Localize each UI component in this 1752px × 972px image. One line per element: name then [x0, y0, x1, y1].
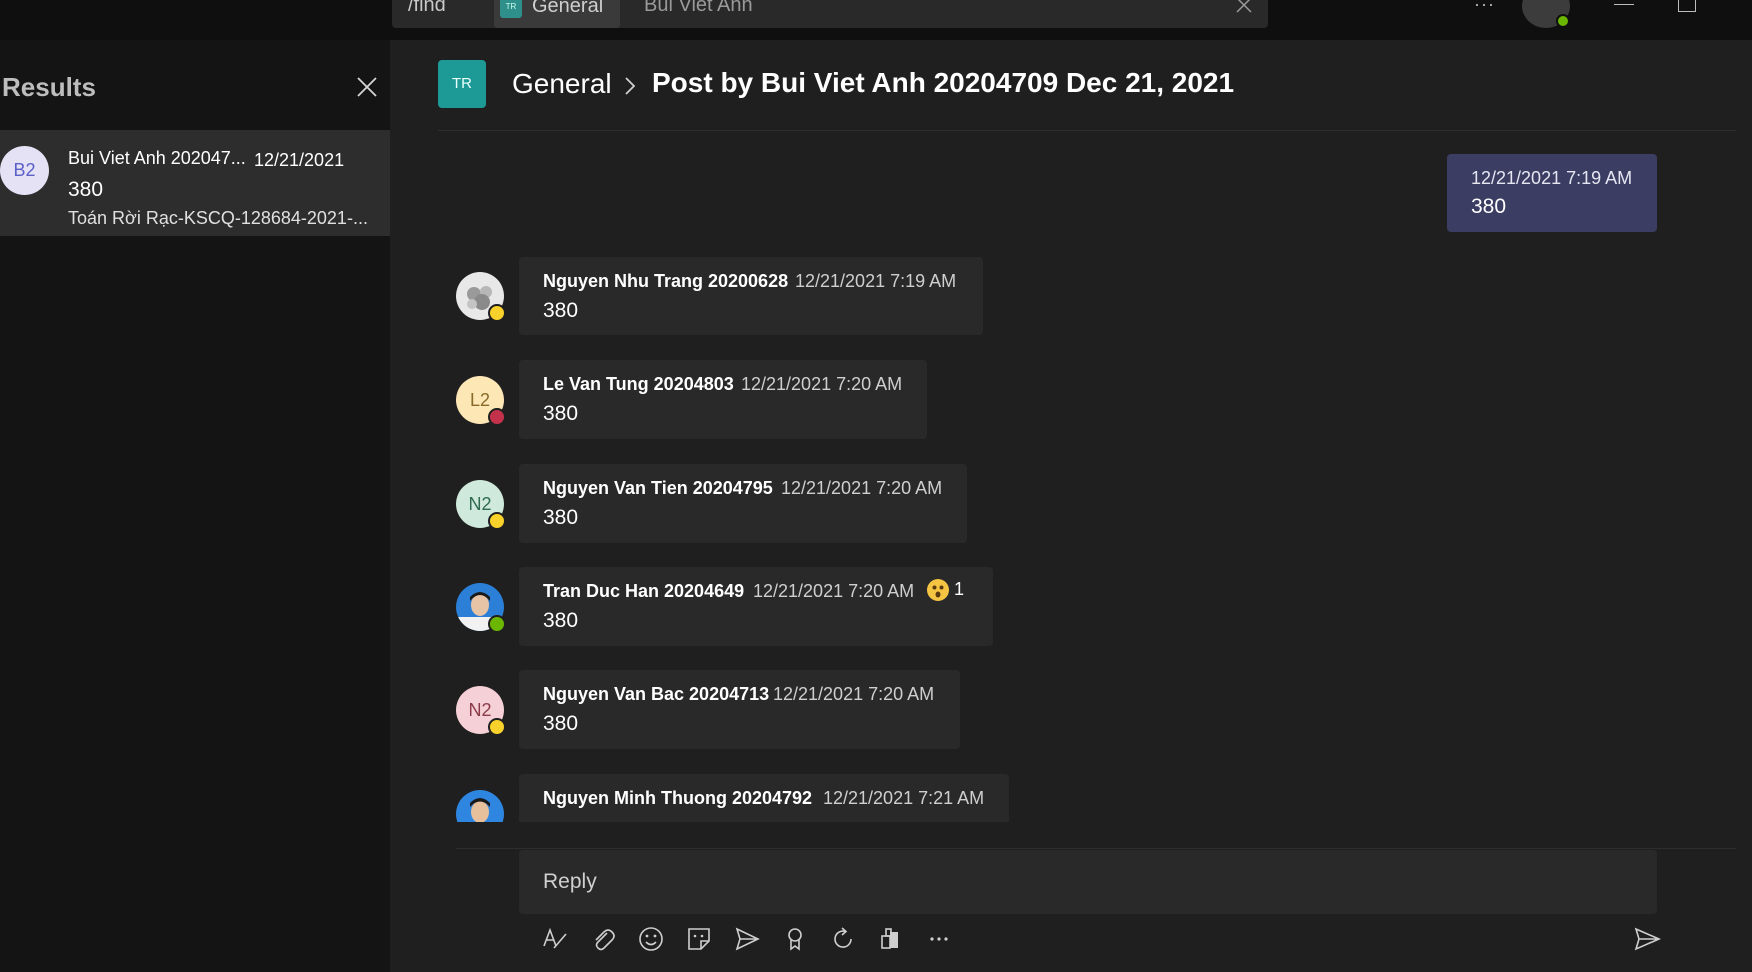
message-sender: Tran Duc Han 20204649: [543, 581, 745, 601]
loop-icon[interactable]: [828, 924, 858, 954]
message-bubble[interactable]: Tran Duc Han 20204649 12/21/2021 7:20 AM…: [519, 567, 993, 646]
message-time: 12/21/2021 7:20 AM: [741, 374, 903, 394]
away-status-icon: [488, 304, 506, 322]
maximize-icon[interactable]: [1678, 0, 1696, 12]
message-text: 380: [543, 402, 579, 425]
post-title: Post by Bui Viet Anh 20204709 Dec 21, 20…: [652, 67, 1235, 98]
avatar[interactable]: L2: [456, 376, 506, 426]
message-sender: Nguyen Van Bac 20204713: [543, 684, 770, 704]
available-status-icon: [1556, 14, 1570, 28]
busy-status-icon: [488, 408, 506, 426]
result-sender: Bui Viet Anh 202047...: [68, 148, 246, 168]
avatar[interactable]: N2: [456, 480, 506, 530]
message-text: 380: [1471, 195, 1507, 218]
command-text[interactable]: /find: [408, 0, 446, 17]
message-bubble[interactable]: Le Van Tung 20204803 12/21/2021 7:20 AM …: [519, 360, 927, 439]
message-time: 12/21/2021 7:20 AM: [753, 581, 915, 601]
message-text: 380: [543, 506, 579, 529]
message-sender: Nguyen Van Tien 20204795: [543, 478, 773, 498]
away-status-icon: [488, 512, 506, 530]
reaction-count: 1: [954, 579, 965, 599]
reply-placeholder: Reply: [543, 870, 597, 893]
format-icon[interactable]: [540, 924, 570, 954]
message-time: 12/21/2021 7:20 AM: [773, 684, 935, 704]
surprised-emoji-icon: [927, 579, 949, 602]
away-status-icon: [488, 718, 506, 736]
attach-icon[interactable]: [588, 924, 618, 954]
apps-icon[interactable]: [876, 924, 906, 954]
praise-icon[interactable]: [780, 924, 810, 954]
reaction[interactable]: 1: [927, 579, 965, 602]
title-bar: /find TR General Bui Viet Anh ···: [0, 0, 1752, 40]
channel-tab-label: General: [532, 0, 604, 17]
message-sender: Le Van Tung 20204803: [543, 374, 734, 394]
send-icon[interactable]: [1632, 924, 1662, 954]
team-avatar[interactable]: TR: [438, 60, 486, 108]
result-date: 12/21/2021: [254, 150, 345, 170]
compose-divider: [456, 848, 1736, 849]
message-time: 12/21/2021 7:21 AM: [823, 788, 985, 808]
more-options-icon[interactable]: [924, 924, 954, 954]
message-text: 380: [543, 712, 579, 735]
message-bubble[interactable]: Nguyen Nhu Trang 20200628 12/21/2021 7:1…: [519, 257, 983, 335]
message-time: 12/21/2021 7:19 AM: [1471, 168, 1633, 188]
avatar[interactable]: [456, 583, 506, 633]
message-sender: Nguyen Minh Thuong 20204792: [543, 788, 813, 808]
results-title: Results: [2, 72, 96, 102]
search-result-item[interactable]: B2 Bui Viet Anh 202047... 12/21/2021 380…: [0, 130, 390, 236]
message-sender: Nguyen Nhu Trang 20200628: [543, 271, 789, 291]
breadcrumb-channel[interactable]: General: [512, 68, 612, 100]
person-tab[interactable]: Bui Viet Anh: [644, 0, 753, 17]
sticker-icon[interactable]: [684, 924, 714, 954]
message-bubble[interactable]: Nguyen Van Tien 20204795 12/21/2021 7:20…: [519, 464, 967, 543]
search-results-panel: Results B2 Bui Viet Anh 202047... 12/21/…: [0, 40, 390, 972]
result-body: 380: [68, 178, 104, 201]
available-status-icon: [488, 615, 506, 633]
avatar[interactable]: N2: [456, 686, 506, 736]
chevron-right-icon: [625, 77, 636, 95]
message-bubble[interactable]: Nguyen Van Bac 20204713 12/21/2021 7:20 …: [519, 670, 960, 749]
channel-tab[interactable]: TR General: [494, 0, 620, 28]
message-time: 12/21/2021 7:19 AM: [795, 271, 957, 291]
close-search-icon[interactable]: [1235, 0, 1253, 14]
schedule-send-icon[interactable]: [732, 924, 762, 954]
message-text: 380: [543, 609, 579, 632]
avatar[interactable]: [456, 272, 506, 322]
close-icon[interactable]: [356, 76, 378, 98]
profile-avatar[interactable]: [1522, 0, 1570, 28]
header-divider: [438, 130, 1736, 131]
emoji-icon[interactable]: [636, 924, 666, 954]
more-horizontal-icon[interactable]: ···: [1474, 0, 1495, 15]
reply-input[interactable]: Reply: [519, 850, 1657, 914]
channel-tab-avatar: TR: [500, 0, 522, 18]
minimize-icon[interactable]: [1614, 4, 1634, 5]
message-time: 12/21/2021 7:20 AM: [781, 478, 943, 498]
message-text: 380: [543, 299, 579, 322]
result-channel: Toán Rời Rạc-KSCQ-128684-2021-...: [68, 208, 368, 228]
result-avatar: B2: [0, 146, 49, 195]
own-message-bubble[interactable]: 12/21/2021 7:19 AM 380: [1447, 154, 1657, 232]
